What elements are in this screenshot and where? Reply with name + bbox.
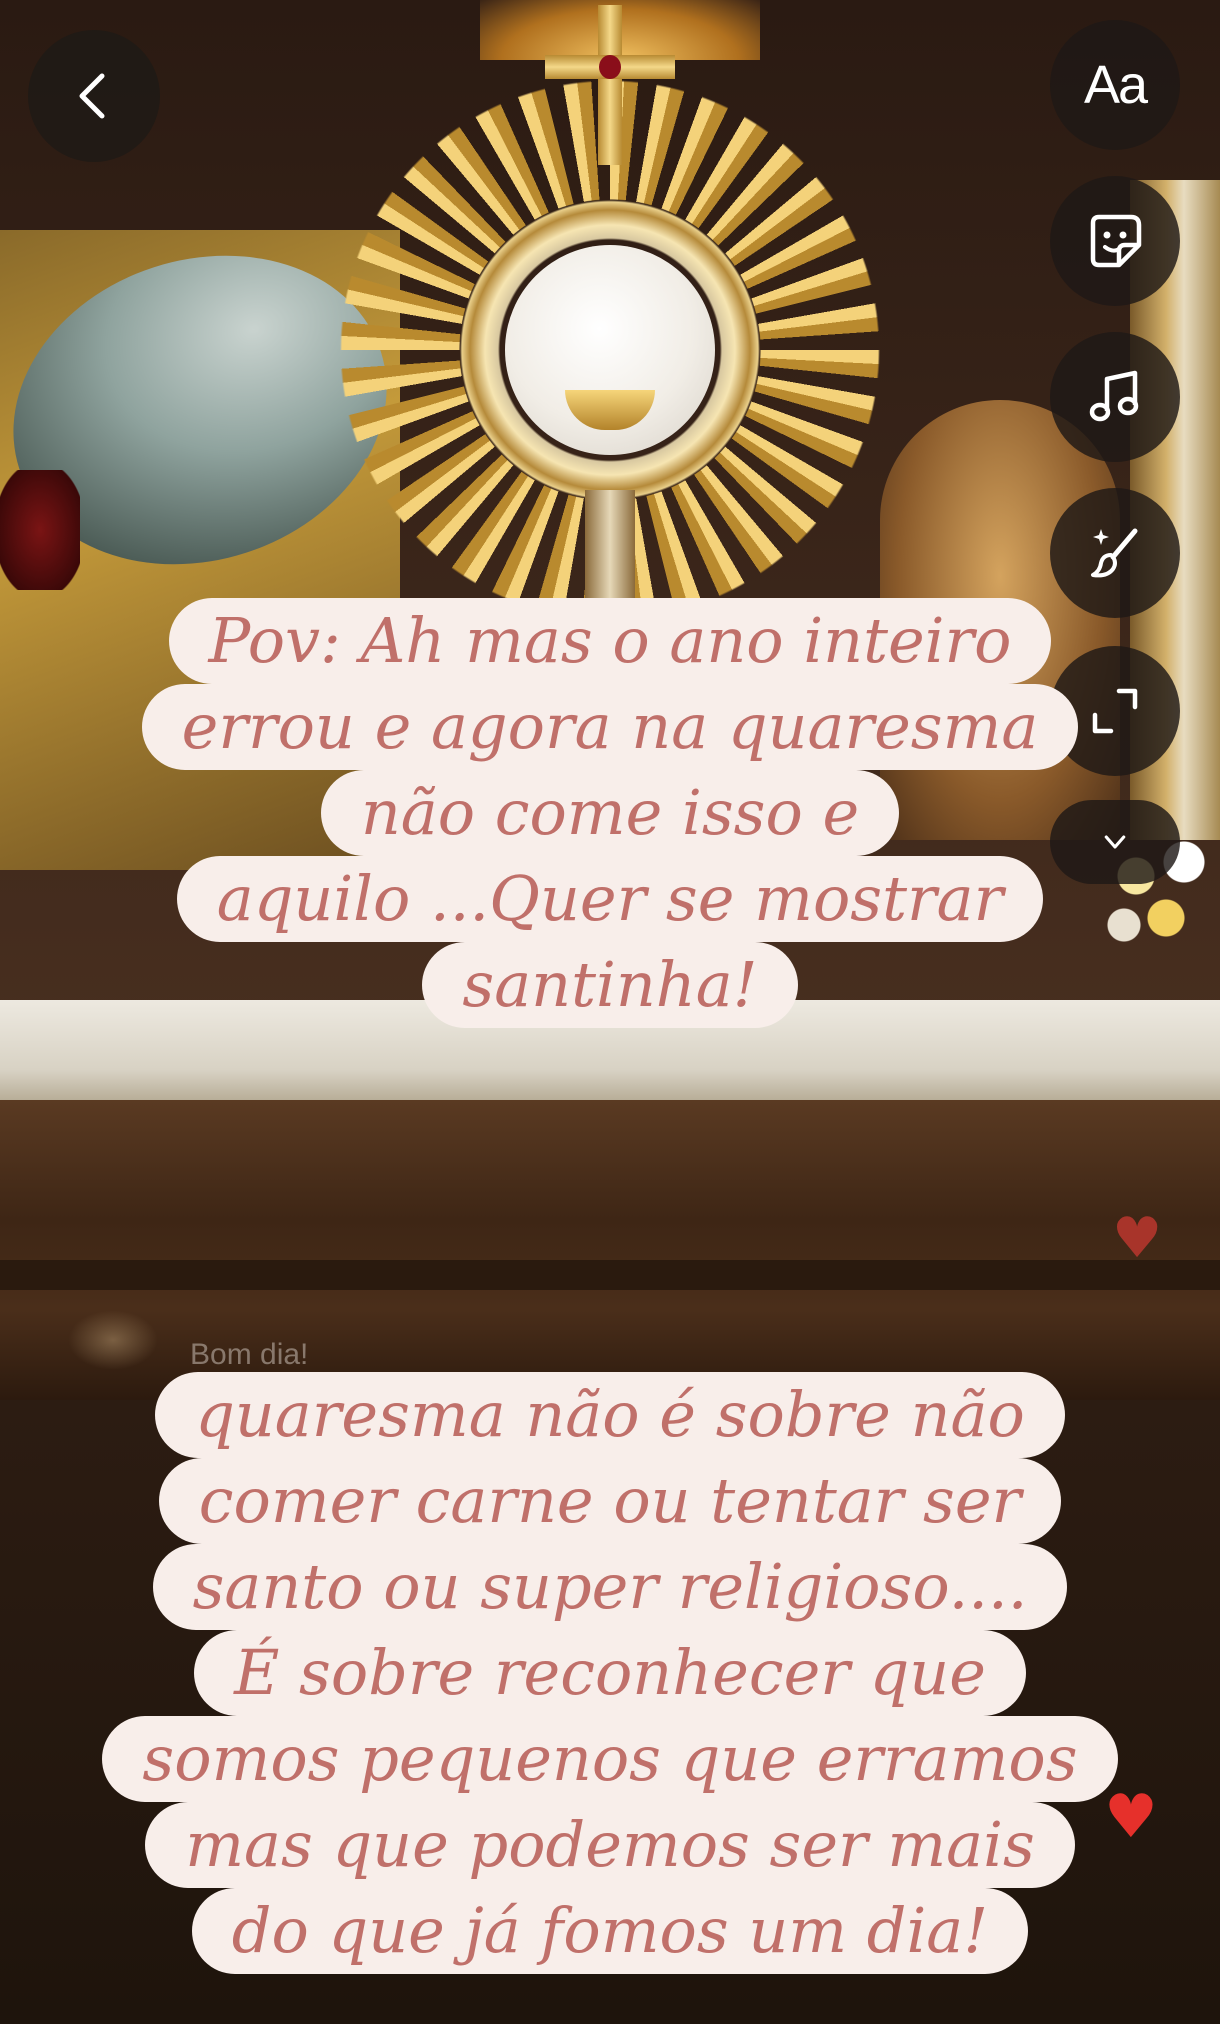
caption-sticker-bottom[interactable]: quaresma não é sobre não comer carne ou … (0, 1372, 1220, 1974)
caption-line: quaresma não é sobre não (155, 1372, 1065, 1458)
cross-jewel (599, 55, 621, 79)
angel-robe (0, 470, 80, 590)
caption-line: Pov: Ah mas o ano inteiro (168, 598, 1052, 684)
music-button[interactable] (1050, 332, 1180, 462)
cross-icon (598, 5, 622, 165)
caption-line: aquilo ...Quer se mostrar (176, 856, 1044, 942)
sparkle-brush-icon (1091, 528, 1138, 578)
back-button[interactable] (28, 30, 160, 162)
caption-line: mas que podemos ser mais (145, 1802, 1075, 1888)
comment-avatar (68, 1310, 158, 1370)
caption-line: errou e agora na quaresma (141, 684, 1079, 770)
caption-line: santo ou super religioso.... (152, 1544, 1068, 1630)
caption-line: É sobre reconhecer que (194, 1630, 1026, 1716)
altar-wood (0, 1100, 1220, 1400)
caption-line: comer carne ou tentar ser (158, 1458, 1062, 1544)
caption-sticker-top[interactable]: Pov: Ah mas o ano inteiro errou e agora … (0, 598, 1220, 1028)
background-comment: Bom dia! (190, 1338, 309, 1371)
caption-line: santinha! (422, 942, 798, 1028)
altar-band (0, 1260, 1220, 1290)
caption-line: do que já fomos um dia! (191, 1888, 1029, 1974)
heart-icon: ♥ (1112, 1206, 1163, 1271)
text-icon: Aa (1083, 55, 1148, 115)
music-note-icon (1089, 370, 1139, 422)
monstrance (340, 0, 880, 620)
caption-line: somos pequenos que erramos (102, 1716, 1118, 1802)
sticker-button[interactable] (1050, 176, 1180, 306)
chevron-left-icon (79, 73, 105, 119)
sticker-icon (1090, 214, 1142, 268)
text-tool-button[interactable]: Aa (1050, 20, 1180, 150)
caption-line: não come isso e (320, 770, 900, 856)
